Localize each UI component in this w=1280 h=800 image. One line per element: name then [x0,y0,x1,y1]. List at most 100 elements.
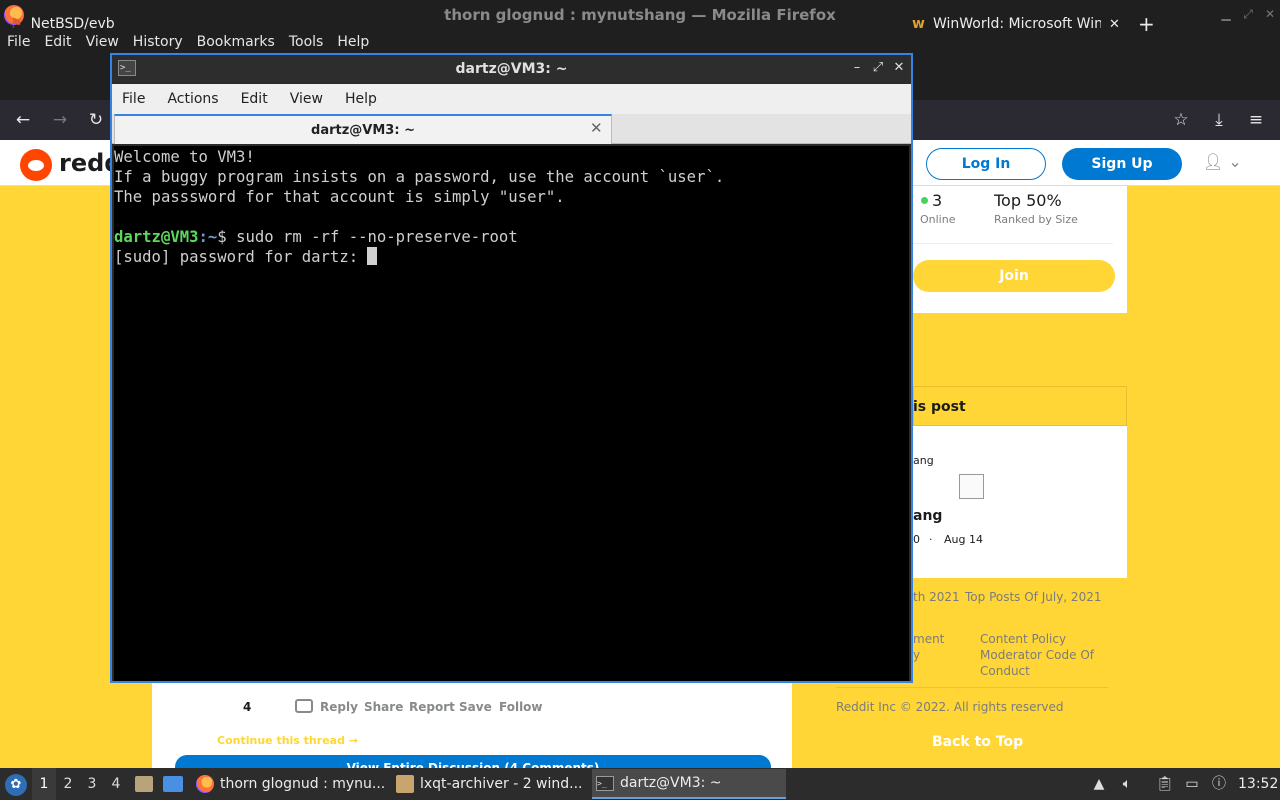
terminal-title-bar[interactable]: dartz@VM3: ~ [112,55,911,82]
tab-label: WinWorld: Microsoft Winc [932,16,1101,32]
reload-icon[interactable]: ↻ [85,109,107,131]
copyright: Reddit Inc © 2022. All rights reserved [836,700,1064,714]
menu-view[interactable]: View [290,91,323,107]
tray-scroll-up-icon[interactable]: ▲ [1090,775,1108,793]
file-manager-icon[interactable] [135,776,153,792]
clipboard-icon[interactable]: 📋︎ [1156,775,1174,793]
menu-actions[interactable]: Actions [167,91,218,107]
sudo-prompt: [sudo] password for dartz: [114,248,368,266]
meta-separator: · [929,533,933,546]
follow-button[interactable]: Follow [499,700,543,714]
task-label: thorn glognud : mynu... [220,776,386,792]
command-line: dartz@VM3:~$ sudo rm -rf --no-preserve-r… [114,227,909,247]
menu-bookmarks[interactable]: Bookmarks [197,34,275,50]
post-card-title: is post [913,399,966,415]
tab-netbsd[interactable]: ⚑ NetBSD/evb [10,8,115,40]
terminal-line: The passsword for that account is simply… [114,188,565,206]
online-count: 3 [932,191,943,210]
footer-link-content-policy[interactable]: Content Policy [980,632,1066,646]
share-button[interactable]: Share [364,700,403,714]
post-points: 0 [913,533,920,546]
task-label: dartz@VM3: ~ [620,775,722,791]
reddit-logo-icon[interactable] [20,149,52,181]
reply-icon[interactable] [295,699,313,713]
vote-count: 4 [243,700,252,714]
hamburger-menu-icon[interactable]: ≡ [1245,109,1267,131]
footer-link-moderator-code[interactable]: Moderator Code Of [980,648,1094,662]
workspace-2[interactable]: 2 [56,768,80,800]
continue-thread-link[interactable]: Continue this thread → [217,734,358,747]
post-subreddit[interactable]: ang [913,454,934,467]
workspace-3[interactable]: 3 [80,768,104,800]
terminal-tab-label: dartz@VM3: ~ [311,122,415,138]
menu-help[interactable]: Help [337,34,369,50]
task-firefox[interactable]: thorn glognud : mynu... [192,769,388,799]
workspace-4[interactable]: 4 [104,768,128,800]
menu-file[interactable]: File [122,91,145,107]
tab-close-icon[interactable]: ✕ [590,119,603,137]
terminal-line: Welcome to VM3! [114,148,255,166]
back-icon[interactable]: ← [12,109,34,131]
footer-link-moderator-code[interactable]: Conduct [980,664,1030,678]
download-icon[interactable]: ⤓ [1208,109,1230,131]
forward-icon[interactable]: → [49,109,71,131]
task-terminal[interactable]: >_ dartz@VM3: ~ [592,769,786,799]
join-button[interactable]: Join [913,260,1115,292]
post-name[interactable]: ang [913,508,942,524]
terminal-menu-bar: File Actions Edit View Help [112,84,911,114]
online-label: Online [920,213,956,226]
firefox-window-title: thorn glognud : mynutshang — Mozilla Fir… [444,6,836,24]
minimize-icon[interactable]: – [850,60,864,76]
maximize-icon[interactable]: ⤢ [1240,6,1256,22]
terminal-tab[interactable]: dartz@VM3: ~ [114,114,612,144]
minimize-icon[interactable]: ▁ [1218,6,1234,22]
command-text: sudo rm -rf --no-preserve-root [236,228,518,246]
reply-button[interactable]: Reply [320,700,358,714]
back-to-top-button[interactable]: Back to Top [932,734,1023,750]
clock[interactable]: 13:52 [1238,776,1278,792]
task-label: lxqt-archiver - 2 wind... [420,776,583,792]
update-notifier-icon[interactable]: ⓘ [1210,775,1228,793]
close-icon[interactable]: ✕ [1262,6,1278,22]
terminal-icon: >_ [596,775,614,791]
workspace-1[interactable]: 1 [32,768,56,800]
winworld-icon: w [912,16,925,32]
divider [836,687,1108,688]
menu-tools[interactable]: Tools [289,34,324,50]
volume-icon[interactable]: 🔈︎ [1118,775,1136,793]
top-posts-link[interactable]: th 2021 [913,590,960,604]
terminal-icon: >_ [118,60,136,76]
user-menu-icon[interactable]: 👤︎ ⌄ [1203,152,1243,176]
post-date: Aug 14 [944,533,983,546]
display-icon[interactable]: ▭ [1183,775,1201,793]
top-posts-link[interactable]: Top Posts Of July, 2021 [965,590,1101,604]
save-button[interactable]: Save [459,700,492,714]
tab-close-icon[interactable]: ✕ [1109,17,1120,32]
bookmark-star-icon[interactable]: ☆ [1170,109,1192,131]
new-tab-icon[interactable]: + [1138,8,1155,40]
footer-link[interactable]: y [913,648,920,662]
signup-button[interactable]: Sign Up [1062,148,1182,180]
online-dot-icon [921,197,928,204]
task-archiver[interactable]: lxqt-archiver - 2 wind... [392,769,588,799]
tab-winworld[interactable]: w WinWorld: Microsoft Winc ✕ [912,8,1120,40]
image-placeholder-icon[interactable] [959,474,984,499]
terminal-title: dartz@VM3: ~ [455,60,568,77]
terminal-output[interactable]: Welcome to VM3! If a buggy program insist… [114,146,909,681]
menu-history[interactable]: History [133,34,183,50]
cursor [367,247,378,265]
menu-edit[interactable]: Edit [241,91,268,107]
menu-help[interactable]: Help [345,91,377,107]
show-desktop-icon[interactable] [163,776,183,792]
login-button[interactable]: Log In [926,148,1046,180]
report-button[interactable]: Report [409,700,455,714]
tab-label: NetBSD/evb [30,16,115,32]
footer-link[interactable]: ment [913,632,944,646]
divider [913,243,1113,244]
terminal-line: If a buggy program insists on a password… [114,168,725,186]
close-icon[interactable]: ✕ [892,60,906,76]
start-menu-icon[interactable]: ✿ [5,774,27,796]
sudo-line: [sudo] password for dartz: [114,247,909,267]
maximize-icon[interactable]: ⤢ [871,60,885,76]
